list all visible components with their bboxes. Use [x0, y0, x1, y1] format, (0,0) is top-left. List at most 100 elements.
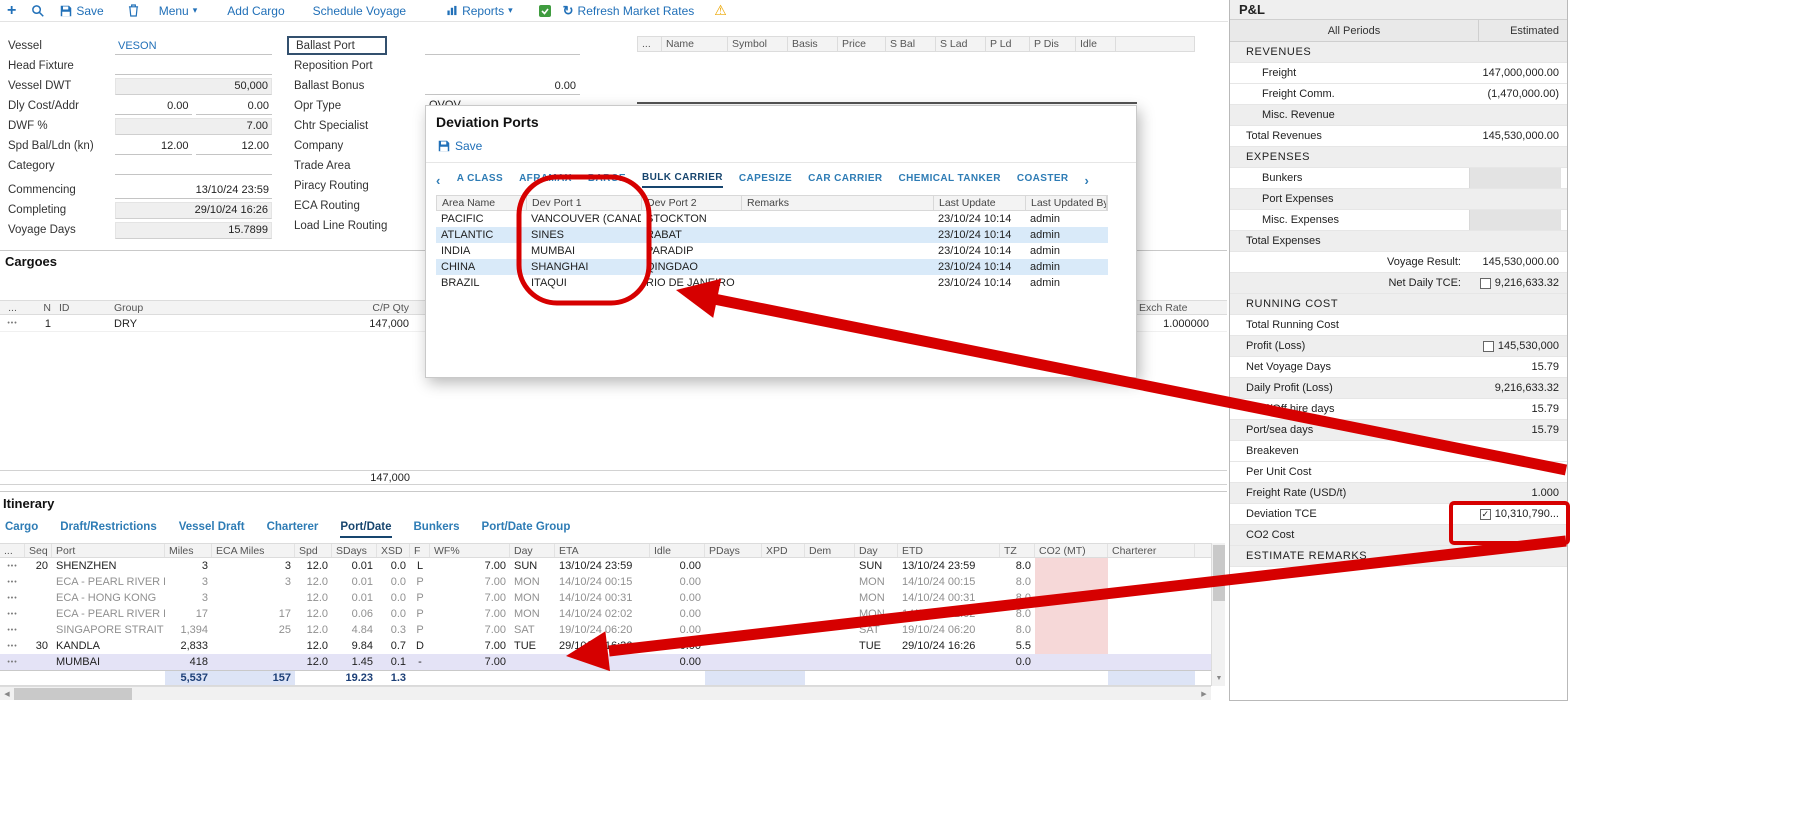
completing-field[interactable]: 29/10/24 16:26 — [115, 202, 272, 219]
deviation-row-atlantic[interactable]: ATLANTICSINESRABAT23/10/24 10:14admin — [436, 227, 1108, 243]
market-col-basis[interactable]: Basis — [788, 37, 838, 51]
cargoes-col-id[interactable]: ID — [55, 301, 110, 314]
pnl-row-per-unit-cost[interactable]: Per Unit Cost — [1230, 462, 1567, 483]
option-ballast-port[interactable]: Ballast Port — [287, 36, 387, 55]
itinerary-col-spd[interactable]: Spd — [295, 544, 332, 557]
deviation-row-brazil[interactable]: BRAZILITAQUIRIO DE JANEIRO23/10/24 10:14… — [436, 275, 1108, 291]
pnl-row-running-cost[interactable]: RUNNING COST — [1230, 294, 1567, 315]
scroll-down-icon[interactable]: ▼ — [1212, 671, 1226, 686]
market-col-blank[interactable]: ... — [638, 37, 662, 51]
itinerary-row-mumbai[interactable]: •••MUMBAI41812.01.450.1-7.000.000.0 — [0, 654, 1211, 670]
itinerary-tab-cargo[interactable]: Cargo — [5, 521, 38, 538]
pnl-row-total-running-cost[interactable]: Total Running Cost — [1230, 315, 1567, 336]
itinerary-tab-port-date-group[interactable]: Port/Date Group — [482, 521, 571, 538]
deviation-row-india[interactable]: INDIAMUMBAIPARADIP23/10/24 10:14admin — [436, 243, 1108, 259]
pnl-row-port-sea-days[interactable]: Port/sea days15.79 — [1230, 420, 1567, 441]
itinerary-col-menu[interactable]: ... — [0, 544, 25, 557]
itinerary-col-seq[interactable]: Seq — [25, 544, 52, 557]
head-fixture-field[interactable] — [115, 58, 272, 75]
option-trade-area[interactable]: Trade Area — [287, 156, 427, 176]
pnl-row-co2-cost[interactable]: CO2 Cost — [1230, 525, 1567, 546]
itinerary-col-day2[interactable]: Day — [855, 544, 898, 557]
itinerary-col-wf[interactable]: WF% — [430, 544, 510, 557]
pnl-checkbox-net-daily-tce[interactable] — [1480, 278, 1491, 289]
row-menu-icon[interactable]: ••• — [0, 574, 25, 590]
spd-bal-ldn-kn-field[interactable]: 12.00 — [115, 138, 192, 155]
itinerary-col-day[interactable]: Day — [510, 544, 555, 557]
scrollbar-thumb[interactable] — [14, 688, 132, 700]
itinerary-tab-draft-restrictions[interactable]: Draft/Restrictions — [60, 521, 157, 538]
search-button[interactable] — [31, 4, 44, 17]
option-chtr-specialist[interactable]: Chtr Specialist — [287, 116, 427, 136]
tab-barge[interactable]: BARGE — [588, 173, 626, 187]
market-col-p-ld[interactable]: P Ld — [986, 37, 1030, 51]
itinerary-col-eta[interactable]: ETA — [555, 544, 650, 557]
pnl-checkbox-deviation-tce[interactable]: ✓ — [1480, 509, 1491, 520]
schedule-voyage-button[interactable]: Schedule Voyage — [313, 4, 406, 18]
option-load-line-routing[interactable]: Load Line Routing — [287, 216, 427, 236]
itinerary-col-dem[interactable]: Dem — [805, 544, 855, 557]
option-reposition-port[interactable]: Reposition Port — [287, 56, 427, 76]
itinerary-tab-charterer[interactable]: Charterer — [267, 521, 319, 538]
itinerary-tab-port-date[interactable]: Port/Date — [340, 521, 391, 538]
delete-button[interactable] — [128, 4, 139, 17]
cargoes-col-n[interactable]: N — [25, 301, 55, 314]
new-button[interactable]: + — [7, 2, 16, 20]
row-menu-icon[interactable]: ••• — [0, 622, 25, 638]
vertical-scrollbar[interactable]: ▼ — [1211, 543, 1225, 686]
market-col-idle[interactable]: Idle — [1076, 37, 1116, 51]
itinerary-row-eca-pearl-river-d[interactable]: •••ECA - PEARL RIVER D171712.00.060.0P7.… — [0, 606, 1211, 622]
pnl-row-revenues[interactable]: REVENUES — [1230, 42, 1567, 63]
tab-car-carrier[interactable]: CAR CARRIER — [808, 173, 882, 187]
tabs-back-icon[interactable]: ‹ — [436, 173, 441, 188]
itinerary-col-sdays[interactable]: SDays — [332, 544, 377, 557]
deviation-row-pacific[interactable]: PACIFICVANCOUVER (CANADSTOCKTON23/10/24 … — [436, 211, 1108, 227]
menu-button[interactable]: Menu ▾ — [159, 4, 198, 18]
pnl-row-total-off-hire-days[interactable]: Total/Off hire days15.79 — [1230, 399, 1567, 420]
category-field[interactable] — [115, 158, 272, 175]
market-col-p-dis[interactable]: P Dis — [1030, 37, 1076, 51]
option-opr-type[interactable]: Opr Type — [287, 96, 427, 116]
itinerary-row-eca-pearl-river-d[interactable]: •••ECA - PEARL RIVER D3312.00.010.0P7.00… — [0, 574, 1211, 590]
row-menu-icon[interactable]: ••• — [0, 654, 25, 670]
pnl-row-freight-rate-usd-t[interactable]: Freight Rate (USD/t)1.000 — [1230, 483, 1567, 504]
itinerary-col-miles[interactable]: Miles — [165, 544, 212, 557]
row-menu-icon[interactable]: ••• — [0, 638, 25, 654]
itinerary-col-tz[interactable]: TZ — [1000, 544, 1035, 557]
pnl-row-total-expenses[interactable]: Total Expenses — [1230, 231, 1567, 252]
pnl-row-freight-comm[interactable]: Freight Comm.(1,470,000.00) — [1230, 84, 1567, 105]
tab-bulk-carrier[interactable]: BULK CARRIER — [642, 172, 723, 188]
pnl-checkbox-profit-loss[interactable] — [1483, 341, 1494, 352]
pnl-row-profit-loss[interactable]: Profit (Loss)145,530,000 — [1230, 336, 1567, 357]
option-piracy-routing[interactable]: Piracy Routing — [287, 176, 427, 196]
scroll-right-icon[interactable]: ▶ — [1197, 687, 1211, 701]
pnl-row-port-expenses[interactable]: Port Expenses — [1230, 189, 1567, 210]
refresh-market-rates-button[interactable]: ↻ Refresh Market Rates — [563, 3, 695, 19]
dev-col-dev-port-1[interactable]: Dev Port 1 — [527, 196, 642, 210]
dev-col-last-update[interactable]: Last Update — [934, 196, 1026, 210]
save-button[interactable]: Save — [60, 4, 103, 18]
pnl-row-freight[interactable]: Freight147,000,000.00 — [1230, 63, 1567, 84]
add-cargo-button[interactable]: Add Cargo — [227, 4, 284, 18]
scrollbar-thumb[interactable] — [1213, 545, 1225, 601]
cargoes-col-group[interactable]: Group — [110, 301, 228, 314]
row-menu-icon[interactable]: ••• — [0, 590, 25, 606]
itinerary-col-eca_miles[interactable]: ECA Miles — [212, 544, 295, 557]
pnl-row-misc-revenue[interactable]: Misc. Revenue — [1230, 105, 1567, 126]
pnl-row-net-voyage-days[interactable]: Net Voyage Days15.79 — [1230, 357, 1567, 378]
scroll-left-icon[interactable]: ◀ — [0, 687, 14, 701]
dev-col-dev-port-2[interactable]: Dev Port 2 — [642, 196, 742, 210]
pnl-row-expenses[interactable]: EXPENSES — [1230, 147, 1567, 168]
row-menu-icon[interactable]: ••• — [0, 558, 25, 574]
deviation-row-china[interactable]: CHINASHANGHAIQINGDAO23/10/24 10:14admin — [436, 259, 1108, 275]
tab-aframax[interactable]: AFRAMAX — [519, 173, 572, 187]
itinerary-col-idle[interactable]: Idle — [650, 544, 705, 557]
pnl-col-estimated[interactable]: Estimated — [1479, 20, 1567, 41]
itinerary-col-f[interactable]: F — [410, 544, 430, 557]
dly-cost-addr-field[interactable]: 0.00 — [115, 98, 192, 115]
ballast-bonus-field[interactable]: 0.00 — [425, 78, 580, 95]
market-col-name[interactable]: Name — [662, 37, 728, 51]
dialog-save-button[interactable]: Save — [438, 139, 482, 153]
itinerary-row-kandla[interactable]: •••30KANDLA2,83312.09.840.7D7.00TUE29/10… — [0, 638, 1211, 654]
option-eca-routing[interactable]: ECA Routing — [287, 196, 427, 216]
